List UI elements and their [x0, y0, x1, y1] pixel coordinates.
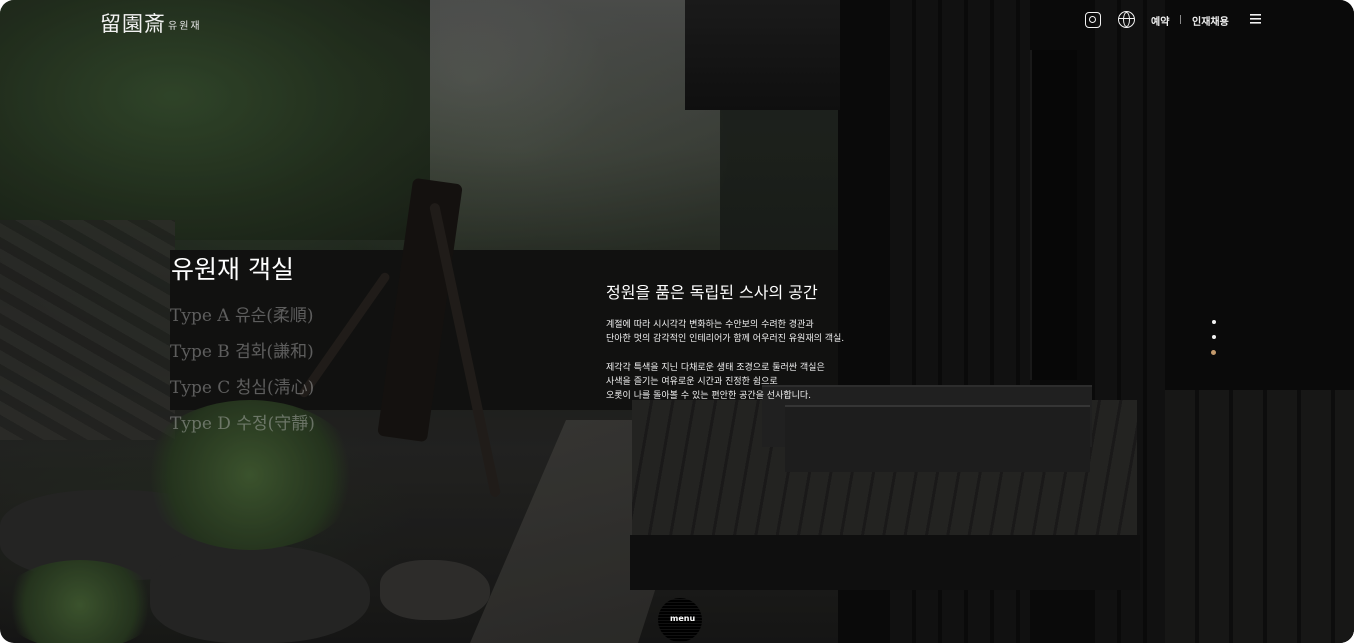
room-type-b[interactable]: Type B 겸화(謙和) [170, 337, 314, 362]
globe-icon[interactable] [1118, 11, 1135, 28]
hero-section: 留園斎 유원재 예약 인재채용 유원재 객실 Type A 유순(柔順) Typ… [0, 0, 1354, 643]
description-line: 단아한 멋의 감각적인 인테리어가 함께 어우러진 유원재의 객실. [606, 334, 845, 344]
pager-dot[interactable] [1212, 335, 1216, 339]
description-line: 제각각 특색을 지닌 다채로운 생태 조경으로 둘러싼 객실은 [606, 363, 825, 373]
site-header: 留園斎 유원재 예약 인재채용 [0, 0, 1354, 40]
description-line: 계절에 따라 시시각각 변화하는 수안보의 수려한 경관과 [606, 320, 814, 330]
menu-button-label[interactable]: menu [670, 614, 695, 623]
pager-dot-active[interactable] [1211, 350, 1216, 355]
room-type-a[interactable]: Type A 유순(柔順) [170, 301, 314, 326]
room-type-c[interactable]: Type C 청심(淸心) [170, 373, 314, 398]
nav-divider [1180, 15, 1181, 24]
room-type-d[interactable]: Type D 수정(守靜) [170, 409, 315, 434]
description-heading: 정원을 품은 독립된 스사의 공간 [606, 283, 818, 302]
hamburger-menu-icon[interactable] [1250, 14, 1261, 24]
description-paragraph-2: 제각각 특색을 지닌 다채로운 생태 조경으로 둘러싼 객실은 사색을 즐기는 … [606, 361, 825, 403]
careers-link[interactable]: 인재채용 [1192, 13, 1229, 28]
reserve-link[interactable]: 예약 [1151, 13, 1169, 28]
description-line: 오롯이 나를 돌아볼 수 있는 편안한 공간을 선사합니다. [606, 391, 812, 401]
description-paragraph-1: 계절에 따라 시시각각 변화하는 수안보의 수려한 경관과 단아한 멋의 감각적… [606, 318, 844, 346]
room-section-title: 유원재 객실 [171, 255, 294, 284]
pager-dot[interactable] [1212, 320, 1216, 324]
instagram-icon[interactable] [1085, 12, 1101, 28]
logo-text[interactable]: 유원재 [168, 17, 202, 32]
description-line: 사색을 즐기는 여유로운 시간과 진정한 쉼으로 [606, 377, 778, 387]
logo-mark[interactable]: 留園斎 [100, 8, 166, 38]
